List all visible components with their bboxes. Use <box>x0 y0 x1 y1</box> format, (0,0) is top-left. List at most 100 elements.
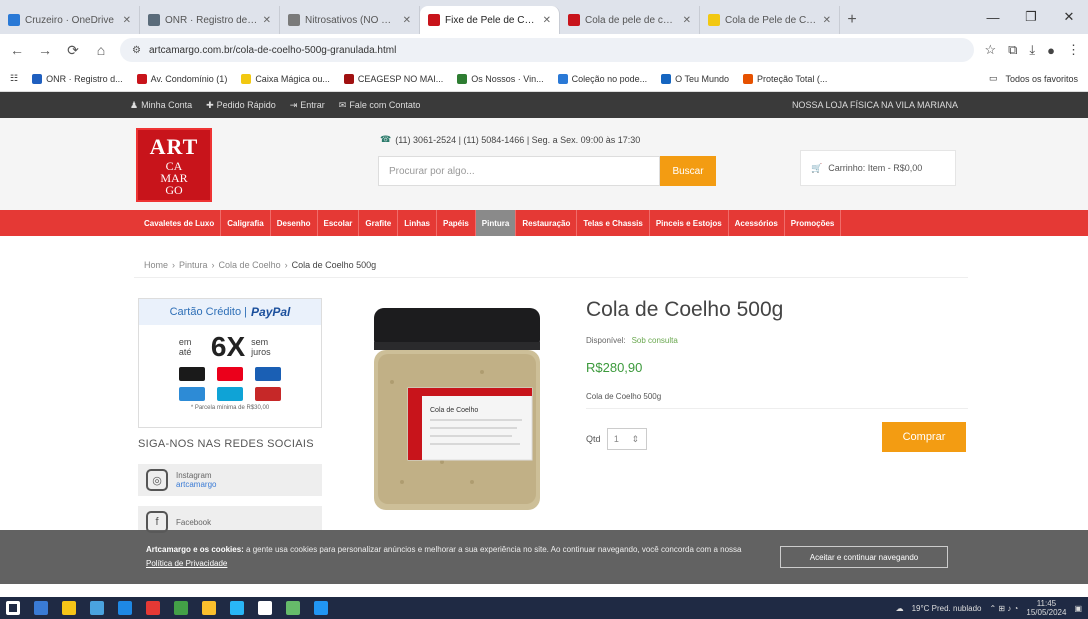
apps-icon[interactable]: ☷ <box>10 73 18 84</box>
forward-icon[interactable]: → <box>36 42 54 58</box>
weather-text[interactable]: 19°C Pred. nublado <box>912 604 982 613</box>
top-link[interactable]: ♟ Minha Conta <box>130 100 192 111</box>
breadcrumb: Home › Pintura › Cola de Coelho › Cola de Coel… <box>134 252 968 278</box>
profile-icon[interactable]: ● <box>1047 43 1055 58</box>
tab-close-icon[interactable]: ✕ <box>403 15 411 26</box>
new-tab-button[interactable]: + <box>840 6 864 34</box>
site-info-icon[interactable]: ⚙ <box>132 45 141 56</box>
taskbar-app-icon[interactable] <box>146 601 160 615</box>
taskbar-app-icon[interactable] <box>202 601 216 615</box>
address-bar-row: ← → ⟳ ⌂ ⚙ artcamargo.com.br/cola-de-coel… <box>0 34 1088 66</box>
cookie-accept-button[interactable]: Aceitar e continuar navegando <box>780 546 948 568</box>
minimize-icon[interactable]: — <box>974 10 1012 25</box>
menu-item[interactable]: Cavaletes de Luxo <box>138 210 222 236</box>
top-link[interactable]: ✉ Fale com Contato <box>339 100 421 111</box>
menu-item[interactable]: Telas e Chassis <box>577 210 650 236</box>
menu-item[interactable]: Pinceis e Estojos <box>650 210 729 236</box>
bookmark-item[interactable]: Os Nossos · Vin... <box>457 73 544 84</box>
privacy-policy-link[interactable]: Política de Privacidade <box>146 559 227 568</box>
downloads-icon[interactable]: ⤓ <box>1029 42 1035 58</box>
bookmark-label: Caixa Mágica ou... <box>255 73 330 84</box>
all-bookmarks-button[interactable]: ▭ Todos os favoritos <box>989 73 1078 84</box>
quantity-value[interactable]: 1 <box>614 434 619 444</box>
menu-item[interactable]: Grafite <box>359 210 399 236</box>
taskbar-app-icon[interactable] <box>34 601 48 615</box>
weather-icon[interactable]: ☁ <box>896 604 904 613</box>
notifications-icon[interactable]: ▣ <box>1074 604 1082 613</box>
site-logo[interactable]: ART CA MAR GO <box>136 128 212 202</box>
store-location-link[interactable]: NOSSA LOJA FÍSICA NA VILA MARIANA <box>792 100 958 110</box>
taskbar-app-icon[interactable] <box>90 601 104 615</box>
bookmark-item[interactable]: ONR · Registro d... <box>32 73 123 84</box>
home-icon[interactable]: ⌂ <box>92 42 110 58</box>
url-text[interactable]: artcamargo.com.br/cola-de-coelho-500g-gr… <box>149 45 962 56</box>
url-input[interactable]: ⚙ artcamargo.com.br/cola-de-coelho-500g-… <box>120 38 975 62</box>
close-window-icon[interactable]: ✕ <box>1050 9 1088 25</box>
search-input[interactable]: Procurar por algo... <box>378 156 660 186</box>
social-instagram[interactable]: ◎ Instagram artcamargo <box>138 464 322 496</box>
taskbar-app-icon[interactable] <box>286 601 300 615</box>
taskbar-app-icon[interactable] <box>314 601 328 615</box>
menu-item[interactable]: Promoções <box>785 210 842 236</box>
bookmark-item[interactable]: Proteção Total (... <box>743 73 827 84</box>
search-button[interactable]: Buscar <box>660 156 716 186</box>
cart-button[interactable]: 🛒 Carrinho: Item - R$0,00 <box>800 150 956 186</box>
credit-card-icon <box>217 387 243 401</box>
credit-card-icon <box>217 367 243 381</box>
breadcrumb-item: Cola de Coelho 500g <box>291 259 377 270</box>
menu-item[interactable]: Restauração <box>516 210 578 236</box>
quantity-stepper[interactable]: 1 ⇕ <box>606 428 647 450</box>
clock[interactable]: 11:45 15/05/2024 <box>1026 599 1066 617</box>
availability-label: Disponível: <box>586 336 626 345</box>
menu-icon[interactable]: ⋮ <box>1067 42 1080 58</box>
logo-line-1: ART <box>149 134 199 159</box>
bookmark-favicon-icon <box>241 73 252 84</box>
taskbar-app-icon[interactable] <box>258 601 272 615</box>
bookmark-favicon-icon <box>32 73 43 84</box>
reload-icon[interactable]: ⟳ <box>64 42 82 59</box>
browser-tab[interactable]: Cola de Pele de Coelho... ✕ <box>700 6 840 34</box>
browser-tab[interactable]: Cola de pele de coelho... ✕ <box>560 6 700 34</box>
menu-item[interactable]: Acessórios <box>729 210 785 236</box>
tab-close-icon[interactable]: ✕ <box>263 15 271 26</box>
tab-close-icon[interactable]: ✕ <box>683 15 691 26</box>
menu-item[interactable]: Pintura <box>475 210 517 236</box>
browser-tab[interactable]: Cruzeiro · OneDrive ✕ <box>0 6 140 34</box>
system-tray-icons[interactable]: ⌃ ⊞ ♪ ◔ <box>989 604 1018 613</box>
bookmark-star-icon[interactable]: ☆ <box>984 42 996 58</box>
top-link[interactable]: ✚ Pedido Rápido <box>206 100 276 111</box>
menu-item[interactable]: Papéis <box>437 210 476 236</box>
tab-close-icon[interactable]: ✕ <box>123 15 131 26</box>
extensions-icon[interactable]: ⧉ <box>1008 42 1017 58</box>
menu-item[interactable]: Linhas <box>398 210 437 236</box>
tab-close-icon[interactable]: ✕ <box>823 15 831 26</box>
menu-item[interactable]: Desenho <box>271 210 318 236</box>
taskbar-app-icon[interactable] <box>62 601 76 615</box>
start-icon[interactable] <box>6 601 20 615</box>
bookmark-item[interactable]: Coleção no pode... <box>557 73 647 84</box>
menu-item[interactable]: Escolar <box>318 210 360 236</box>
restore-icon[interactable]: ❐ <box>1012 9 1050 25</box>
top-link-label: Minha Conta <box>141 100 193 110</box>
taskbar-app-icon[interactable] <box>230 601 244 615</box>
bookmark-item[interactable]: O Teu Mundo <box>661 73 729 84</box>
menu-item[interactable]: Caligrafia <box>221 210 271 236</box>
buy-button[interactable]: Comprar <box>882 422 966 452</box>
tab-close-icon[interactable]: ✕ <box>543 15 551 26</box>
taskbar-app-icon[interactable] <box>118 601 132 615</box>
breadcrumb-item[interactable]: Cola de Coelho <box>219 260 281 270</box>
browser-tab[interactable]: Fixe de Pele de Coelho ✕ <box>420 6 560 34</box>
bookmark-item[interactable]: Av. Condomínio (1) <box>136 73 227 84</box>
browser-tab[interactable]: ONR · Registro de Imóve... ✕ <box>140 6 280 34</box>
breadcrumb-item[interactable]: Pintura <box>179 260 208 270</box>
back-icon[interactable]: ← <box>8 42 26 58</box>
quantity-arrows-icon[interactable]: ⇕ <box>632 434 640 445</box>
top-link[interactable]: ⇥ Entrar <box>290 100 325 111</box>
breadcrumb-item[interactable]: Home <box>144 260 168 270</box>
product-image[interactable]: Cola de Coelho <box>352 292 564 522</box>
product-description: Cola de Coelho 500g <box>586 392 662 401</box>
taskbar-app-icon[interactable] <box>174 601 188 615</box>
browser-tab[interactable]: Nitrosativos (NO Cloreto... ✕ <box>280 6 420 34</box>
bookmark-item[interactable]: CEAGESP NO MAI... <box>343 73 443 84</box>
bookmark-item[interactable]: Caixa Mágica ou... <box>241 73 330 84</box>
